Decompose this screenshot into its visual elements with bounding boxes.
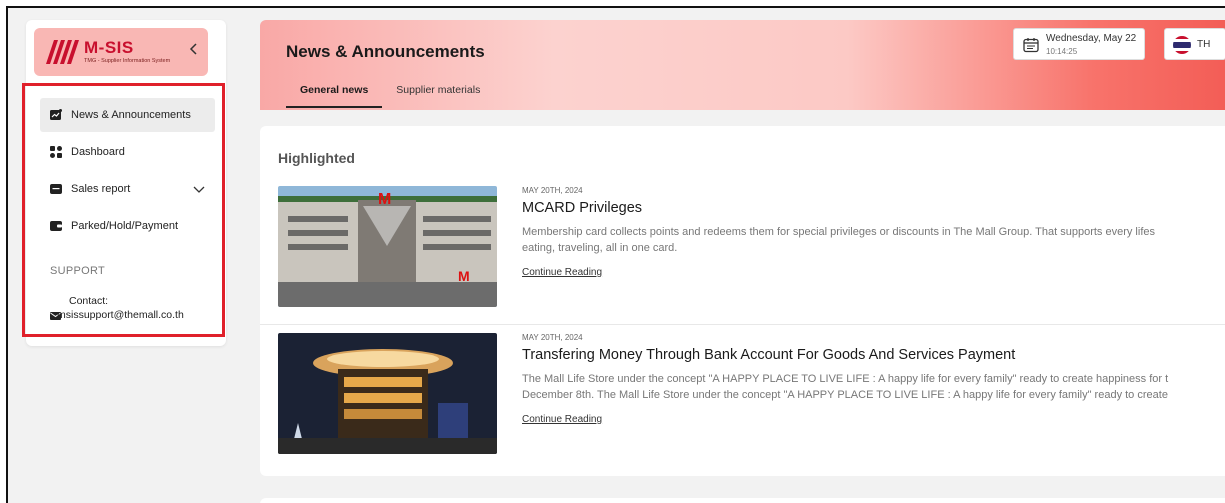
report-icon [50,183,62,195]
support-title: SUPPORT [50,265,106,277]
app-frame: M-SIS TMG - Supplier Information System … [6,6,1225,503]
page-header: News & Announcements General news Suppli… [260,20,1225,110]
sidebar-nav: News & Announcements Dashboard Sales rep… [40,98,215,246]
article-date: MAY 20TH, 2024 [522,333,583,342]
continue-reading-link[interactable]: Continue Reading [522,414,602,425]
tab-supplier-materials[interactable]: Supplier materials [382,84,494,108]
sidebar-item-label: Parked/Hold/Payment [71,220,178,232]
page-title: News & Announcements [286,42,485,61]
sidebar-item-dashboard[interactable]: Dashboard [40,135,215,169]
article-desc-line: The Mall Life Store under the concept "A… [522,373,1169,385]
language-selector[interactable]: TH [1164,28,1225,60]
article-desc-line: December 8th. The Mall Life Store under … [522,389,1168,401]
calendar-icon [1023,38,1039,53]
contact-email[interactable]: msissupport@themall.co.th [57,308,184,322]
article-desc-line: Membership card collects points and rede… [522,226,1155,238]
article-title[interactable]: Transfering Money Through Bank Account F… [522,347,1015,363]
svg-text:M: M [458,268,470,284]
article-description: The Mall Life Store under the concept "A… [522,371,1225,403]
sidebar-item-label: News & Announcements [71,109,191,121]
section-title: Highlighted [278,150,355,166]
wallet-icon [50,220,62,232]
date-time: 10:14:25 [1046,47,1078,56]
mall-stripes-logo [46,40,79,64]
article-date: MAY 20TH, 2024 [522,186,583,195]
article-title[interactable]: MCARD Privileges [522,200,642,216]
news-icon [50,109,62,121]
article-desc-line: eating, traveling, all in one card. [522,242,678,254]
sidebar-item-sales-report[interactable]: Sales report [40,172,215,206]
contact-text: Contact: msissupport@themall.co.th [57,294,184,322]
chevron-down-icon[interactable] [193,183,205,195]
contact-label: Contact: [69,295,109,307]
dashboard-grid-icon [50,146,62,158]
sidebar-item-label: Sales report [71,183,131,195]
article-thumbnail[interactable]: M M [278,186,497,307]
sidebar-item-label: Dashboard [71,146,125,158]
thai-flag-icon [1173,36,1191,54]
svg-text:M: M [378,191,391,208]
tab-general-news[interactable]: General news [286,84,383,108]
date-day: Wednesday, May 22 [1046,33,1137,44]
brand-name: M-SIS [84,38,134,57]
sidebar-item-payment[interactable]: Parked/Hold/Payment [40,209,215,243]
sidebar-item-news[interactable]: News & Announcements [40,98,215,132]
continue-reading-link[interactable]: Continue Reading [522,267,602,278]
article-description: Membership card collects points and rede… [522,224,1225,256]
article-thumbnail[interactable] [278,333,497,454]
article-card[interactable]: M M MAY 20TH, 2024 MCARD Privileges Memb… [260,178,1225,324]
brand-subtitle: TMG - Supplier Information System [84,58,171,64]
date-widget: Wednesday, May 22 10:14:25 [1013,28,1145,60]
article-card[interactable]: MAY 20TH, 2024 Transfering Money Through… [260,324,1225,470]
contact-item[interactable]: Contact: msissupport@themall.co.th [50,294,220,322]
language-label: TH [1197,39,1211,50]
chevron-left-icon[interactable] [185,42,203,60]
brand-header: M-SIS TMG - Supplier Information System [34,28,208,76]
tab-bar: General news Supplier materials [286,84,494,108]
news-content: Highlighted M M MAY 20TH, 2024 MCARD Pri… [260,126,1225,476]
next-section-card [260,498,1225,503]
